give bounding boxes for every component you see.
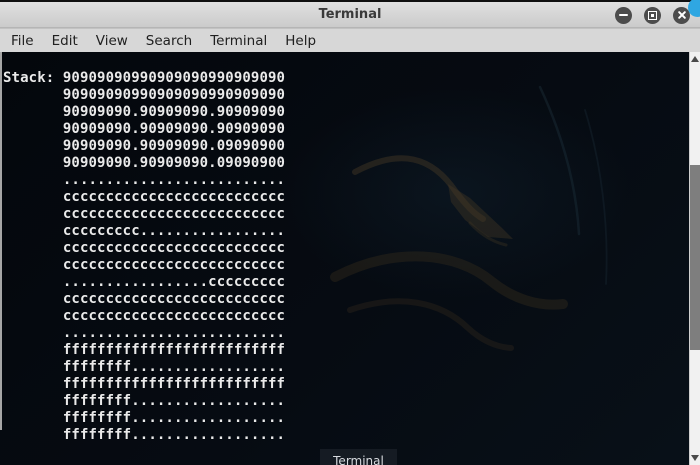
terminal-output: Stack: 90909090990909090990909090 909090…: [3, 70, 286, 443]
taskbar-terminal-button[interactable]: Terminal: [320, 449, 397, 465]
menu-help[interactable]: Help: [276, 29, 325, 53]
window-title: Terminal: [318, 7, 382, 22]
terminal-screen[interactable]: Stack: 90909090990909090990909090 909090…: [0, 52, 689, 465]
menu-search[interactable]: Search: [137, 29, 201, 53]
scroll-up-icon[interactable]: [691, 56, 699, 62]
maximize-icon: [648, 10, 657, 20]
minimize-button[interactable]: [615, 6, 632, 24]
menu-bar: File Edit View Search Terminal Help: [0, 28, 700, 52]
menu-edit[interactable]: Edit: [43, 29, 87, 53]
menu-terminal[interactable]: Terminal: [201, 29, 276, 53]
menu-file[interactable]: File: [2, 29, 43, 53]
window-controls: [615, 2, 690, 28]
menu-view[interactable]: View: [87, 29, 137, 53]
scrollbar[interactable]: [689, 52, 700, 465]
scrollbar-thumb[interactable]: [690, 165, 700, 350]
window-left-border: [0, 52, 2, 430]
taskbar-terminal-label: Terminal: [333, 454, 384, 465]
maximize-button[interactable]: [644, 6, 661, 24]
minimize-icon: [619, 14, 628, 16]
titlebar: Terminal: [0, 0, 700, 28]
terminal-window-body: Stack: 90909090990909090990909090 909090…: [0, 52, 700, 465]
scroll-down-icon[interactable]: [691, 455, 699, 461]
